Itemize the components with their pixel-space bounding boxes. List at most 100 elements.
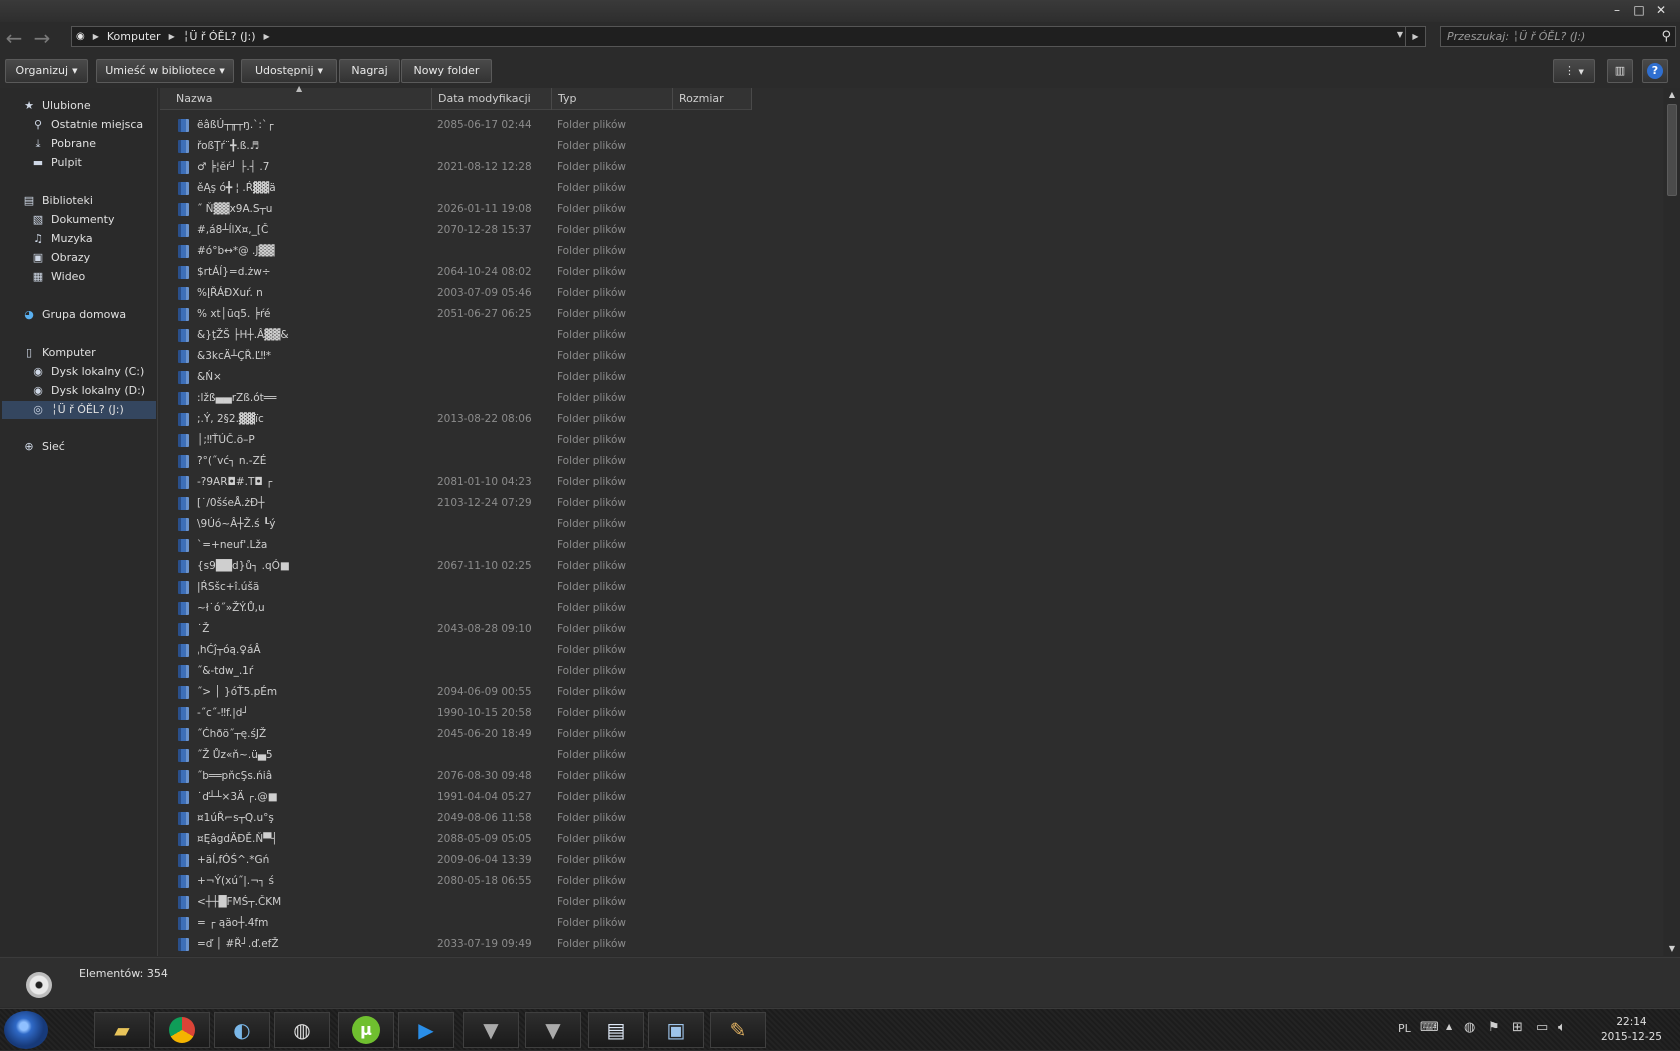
maximize-button[interactable]: □ bbox=[1628, 2, 1650, 18]
table-row[interactable]: ♂ ╞¦ĕŕ┘ ├.┤ .7 2021-08-12 12:28 Folder pli… bbox=[160, 157, 760, 178]
windows-icon[interactable]: ⊞ bbox=[1512, 1020, 1523, 1035]
table-row[interactable]: řoßŢŕ¨╋.ß.♬ Folder plików bbox=[160, 136, 760, 157]
game-taskbar-button[interactable]: ▼ bbox=[463, 1012, 519, 1048]
table-row[interactable]: ˝ Ň▓▓x9A.S┬u 2026-01-11 19:08 Folder plikó… bbox=[160, 199, 760, 220]
table-row[interactable]: `=+neuf'.Lža Folder plików bbox=[160, 535, 760, 556]
media-player-taskbar-button[interactable]: ▶ bbox=[398, 1012, 454, 1048]
nav-documents[interactable]: ▧ Dokumenty bbox=[31, 211, 115, 229]
app-taskbar-button[interactable]: ◐ bbox=[214, 1012, 270, 1048]
preview-pane-button[interactable]: ▥ bbox=[1607, 59, 1633, 83]
column-date[interactable]: Data modyfikacji bbox=[432, 88, 552, 110]
chrome-taskbar-button[interactable] bbox=[154, 1012, 210, 1048]
table-row[interactable]: |ŔSšc+î.úšä Folder plików bbox=[160, 577, 760, 598]
clock[interactable]: 22:14 2015-12-25 bbox=[1601, 1015, 1662, 1045]
nav-disk-j[interactable]: ◎ ╎Ü ř ÓĚL? (J:) bbox=[2, 401, 156, 419]
nav-music[interactable]: ♫ Muzyka bbox=[31, 230, 93, 248]
scroll-down-icon[interactable]: ▼ bbox=[1666, 942, 1678, 956]
table-row[interactable]: +¬Ý(xú˝|.¬┐ ś 2080-05-18 06:55 Folder plik… bbox=[160, 871, 760, 892]
table-row[interactable]: \9Úó~Â┼Ž.ś ┖ý Folder plików bbox=[160, 514, 760, 535]
language-indicator[interactable]: PL bbox=[1398, 1022, 1411, 1035]
column-name[interactable]: Nazwa bbox=[160, 88, 432, 110]
include-library-button[interactable]: Umieść w bibliotece ▼ bbox=[96, 59, 234, 83]
breadcrumb-computer[interactable]: Komputer bbox=[107, 30, 161, 43]
minimize-button[interactable]: – bbox=[1606, 2, 1628, 18]
table-row[interactable]: #ó°b↔*@ .J▓▓ Folder plików bbox=[160, 241, 760, 262]
steam-tray-icon[interactable]: ◍ bbox=[1464, 1020, 1475, 1035]
table-row[interactable]: ¤1úŘ⌐s┬Q.u°ş 2049-08-06 11:58 Folder plikó… bbox=[160, 808, 760, 829]
close-button[interactable]: ✕ bbox=[1650, 2, 1672, 18]
table-row[interactable]: ˙ď┴┴×3Ä ┌.@■ 1991-04-04 05:27 Folder plikó… bbox=[160, 787, 760, 808]
chevron-right-icon[interactable]: ▶ bbox=[169, 32, 175, 41]
notepad-taskbar-button[interactable]: ▤ bbox=[588, 1012, 644, 1048]
nav-libraries[interactable]: ▤ Biblioteki bbox=[22, 192, 93, 210]
table-row[interactable]: =ď │ #Ř┘.ď.efŽ 2033-07-19 09:49 Folder pli… bbox=[160, 934, 760, 955]
column-type[interactable]: Typ bbox=[552, 88, 673, 110]
burn-button[interactable]: Nagraj bbox=[339, 59, 400, 83]
explorer-taskbar-button[interactable]: ▰ bbox=[94, 1012, 150, 1048]
game-taskbar-button-2[interactable]: ▼ bbox=[525, 1012, 581, 1048]
table-row[interactable]: ~ł˙ó˝»ŽÝ.Ů,u Folder plików bbox=[160, 598, 760, 619]
vertical-scrollbar[interactable]: ▲ ▼ bbox=[1664, 88, 1680, 956]
back-button[interactable]: ← bbox=[0, 27, 28, 49]
chevron-right-icon[interactable]: ▶ bbox=[264, 32, 270, 41]
breadcrumb-drive[interactable]: ╎Ü ř ÓĚL? (J:) bbox=[183, 30, 256, 43]
table-row[interactable]: ˝> │ }óŤ5.pÉm 2094-06-09 00:55 Folder plik… bbox=[160, 682, 760, 703]
table-row[interactable]: ;.Ý, 2§2.▓▓ïc 2013-08-22 08:06 Folder plik… bbox=[160, 409, 760, 430]
organize-button[interactable]: Organizuj ▼ bbox=[5, 59, 88, 83]
search-icon[interactable]: ⚲ bbox=[1661, 27, 1671, 46]
keyboard-icon[interactable]: ⌨ bbox=[1420, 1020, 1439, 1035]
nav-favorites[interactable]: ★ Ulubione bbox=[22, 97, 91, 115]
scroll-up-icon[interactable]: ▲ bbox=[1666, 88, 1678, 102]
table-row[interactable]: -˝c˝-‼f.|d┘ 1990-10-15 20:58 Folder plików bbox=[160, 703, 760, 724]
nav-pictures[interactable]: ▣ Obrazy bbox=[31, 249, 90, 267]
address-bar[interactable]: ◉ ▶ Komputer ▶ ╎Ü ř ÓĚL? (J:) ▶ ▼ ▶ bbox=[71, 26, 1426, 47]
nav-videos[interactable]: ▦ Wideo bbox=[31, 268, 85, 286]
paint-taskbar-button[interactable]: ✎ bbox=[710, 1012, 766, 1048]
table-row[interactable]: $rtÁĺ}=d.żw÷ 2064-10-24 08:02 Folder plikó… bbox=[160, 262, 760, 283]
table-row[interactable]: ëâßÚ┬╥┬ŋ.`:`┌ 2085-06-17 02:44 Folder plik… bbox=[160, 115, 760, 136]
flag-icon[interactable]: ⚑ bbox=[1488, 1020, 1500, 1035]
nav-desktop[interactable]: ▬ Pulpit bbox=[31, 154, 82, 172]
steam-taskbar-button[interactable]: ◍ bbox=[274, 1012, 330, 1048]
table-row[interactable]: ˝b══pňcŞs.ńiâ 2076-08-30 09:48 Folder plik… bbox=[160, 766, 760, 787]
nav-disk-d[interactable]: ◉ Dysk lokalny (D:) bbox=[31, 382, 145, 400]
table-row[interactable]: ¤ĘâgdÄĐĚ.Ň▀┤ 2088-05-09 05:05 Folder plikó… bbox=[160, 829, 760, 850]
table-row[interactable]: -?9AR◘#.T◘ ┌ 2081-01-10 04:23 Folder plikó… bbox=[160, 472, 760, 493]
nav-downloads[interactable]: ⤓ Pobrane bbox=[31, 135, 96, 153]
table-row[interactable]: ěĄş ó╋ ¦ .Ŕ▓▓ä Folder plików bbox=[160, 178, 760, 199]
table-row[interactable]: +äĺ,fÓŚ^.*Gń 2009-06-04 13:39 Folder plikó… bbox=[160, 850, 760, 871]
search-input[interactable]: Przeszukaj: ╎Ü ř ÓĚL? (J:) ⚲ bbox=[1440, 26, 1676, 47]
nav-network[interactable]: ⊕ Sieć bbox=[22, 438, 64, 456]
chevron-right-icon[interactable]: ▶ bbox=[93, 32, 99, 41]
network-app-taskbar-button[interactable]: ▣ bbox=[648, 1012, 704, 1048]
table-row[interactable]: ˝Ćhðö˝┬ę.śJŽ 2045-06-20 18:49 Folder plikó… bbox=[160, 724, 760, 745]
table-row[interactable]: &}ţŽŠ ├H┼.Â▓▓& Folder plików bbox=[160, 325, 760, 346]
chevron-down-icon[interactable]: ▼ bbox=[1397, 30, 1403, 39]
utorrent-taskbar-button[interactable]: µ bbox=[338, 1012, 394, 1048]
table-row[interactable]: ?°(˝vć┐ n.-ZÉ Folder plików bbox=[160, 451, 760, 472]
table-row[interactable]: ˝Ž Ůz«ň~.ü▄5 Folder plików bbox=[160, 745, 760, 766]
view-options-button[interactable]: ⋮ ▼ bbox=[1553, 59, 1595, 83]
chevron-up-icon[interactable]: ▲ bbox=[1446, 1022, 1452, 1031]
nav-disk-c[interactable]: ◉ Dysk lokalny (C:) bbox=[31, 363, 144, 381]
start-button[interactable] bbox=[4, 1011, 48, 1049]
volume-icon[interactable]: 🔈︎ bbox=[1558, 1020, 1566, 1035]
table-row[interactable]: {s9██d}ů┐ .qÓ■ 2067-11-10 02:25 Folder pli… bbox=[160, 556, 760, 577]
table-row[interactable]: = ┌ ąäo┼.4fm Folder plików bbox=[160, 913, 760, 934]
table-row[interactable]: %ĮŘÁĐXuŕ. n 2003-07-09 05:46 Folder plików bbox=[160, 283, 760, 304]
table-row[interactable]: ˙Ž 2043-08-28 09:10 Folder plików bbox=[160, 619, 760, 640]
scroll-thumb[interactable] bbox=[1667, 104, 1677, 196]
table-row[interactable]: :lžß▄▄rZß.ót══ Folder plików bbox=[160, 388, 760, 409]
column-size[interactable]: Rozmiar bbox=[673, 88, 752, 110]
share-button[interactable]: Udostępnij ▼ bbox=[241, 59, 337, 83]
new-folder-button[interactable]: Nowy folder bbox=[401, 59, 492, 83]
table-row[interactable]: % xt│ūq5. ╞ŕé 2051-06-27 06:25 Folder plik… bbox=[160, 304, 760, 325]
refresh-button[interactable]: ▶ bbox=[1405, 27, 1425, 46]
network-tray-icon[interactable]: ▭ bbox=[1536, 1020, 1548, 1035]
table-row[interactable]: <┼┼█FMŚ┬.ČKM Folder plików bbox=[160, 892, 760, 913]
table-row[interactable]: [˙/0šśeÅ.żĐ┼ 2103-12-24 07:29 Folder plikó… bbox=[160, 493, 760, 514]
table-row[interactable]: &3kcÄ┴ÇŘ.Ľ‼* Folder plików bbox=[160, 346, 760, 367]
table-row[interactable]: ˝&-tdw_.1ŕ Folder plików bbox=[160, 661, 760, 682]
table-row[interactable]: ˌhĆĵ┬óą.♀áÂ Folder plików bbox=[160, 640, 760, 661]
forward-button[interactable]: → bbox=[28, 27, 56, 49]
